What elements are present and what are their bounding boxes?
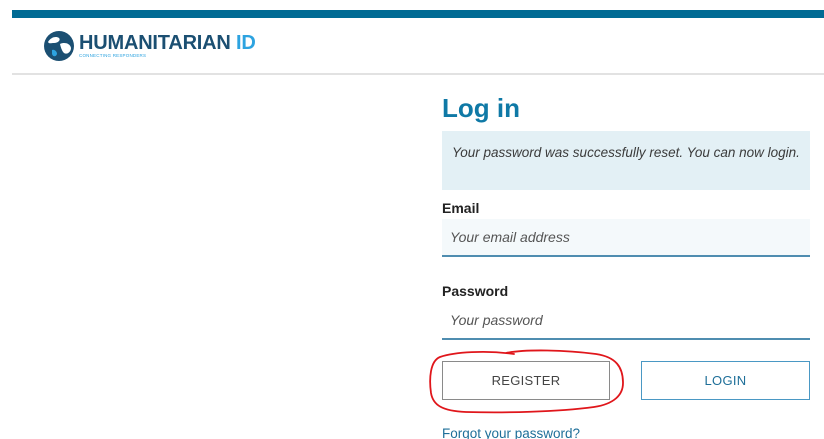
logo-tagline: CONNECTING RESPONDERS <box>79 53 147 59</box>
email-field[interactable] <box>442 219 810 257</box>
password-field[interactable] <box>442 302 810 340</box>
email-label: Email <box>442 200 480 216</box>
page-title: Log in <box>442 93 520 123</box>
password-label: Password <box>442 283 509 299</box>
globe-logo-icon <box>44 31 74 61</box>
logo-text: HUMANITARIAN ID CONNECTING RESPONDERS <box>79 33 256 59</box>
login-button[interactable]: LOGIN <box>641 361 810 400</box>
register-button[interactable]: REGISTER <box>442 361 610 400</box>
site-logo[interactable]: HUMANITARIAN ID CONNECTING RESPONDERS <box>43 30 256 62</box>
top-accent-bar <box>12 10 824 18</box>
page: HUMANITARIAN ID CONNECTING RESPONDERS Lo… <box>0 0 824 439</box>
site-header: HUMANITARIAN ID CONNECTING RESPONDERS <box>12 18 824 75</box>
success-alert: Your password was successfully reset. Yo… <box>442 131 810 190</box>
logo-title-accent: ID <box>236 32 256 55</box>
forgot-password-link[interactable]: Forgot your password? <box>442 426 580 439</box>
logo-title: HUMANITARIAN ID <box>79 32 256 55</box>
